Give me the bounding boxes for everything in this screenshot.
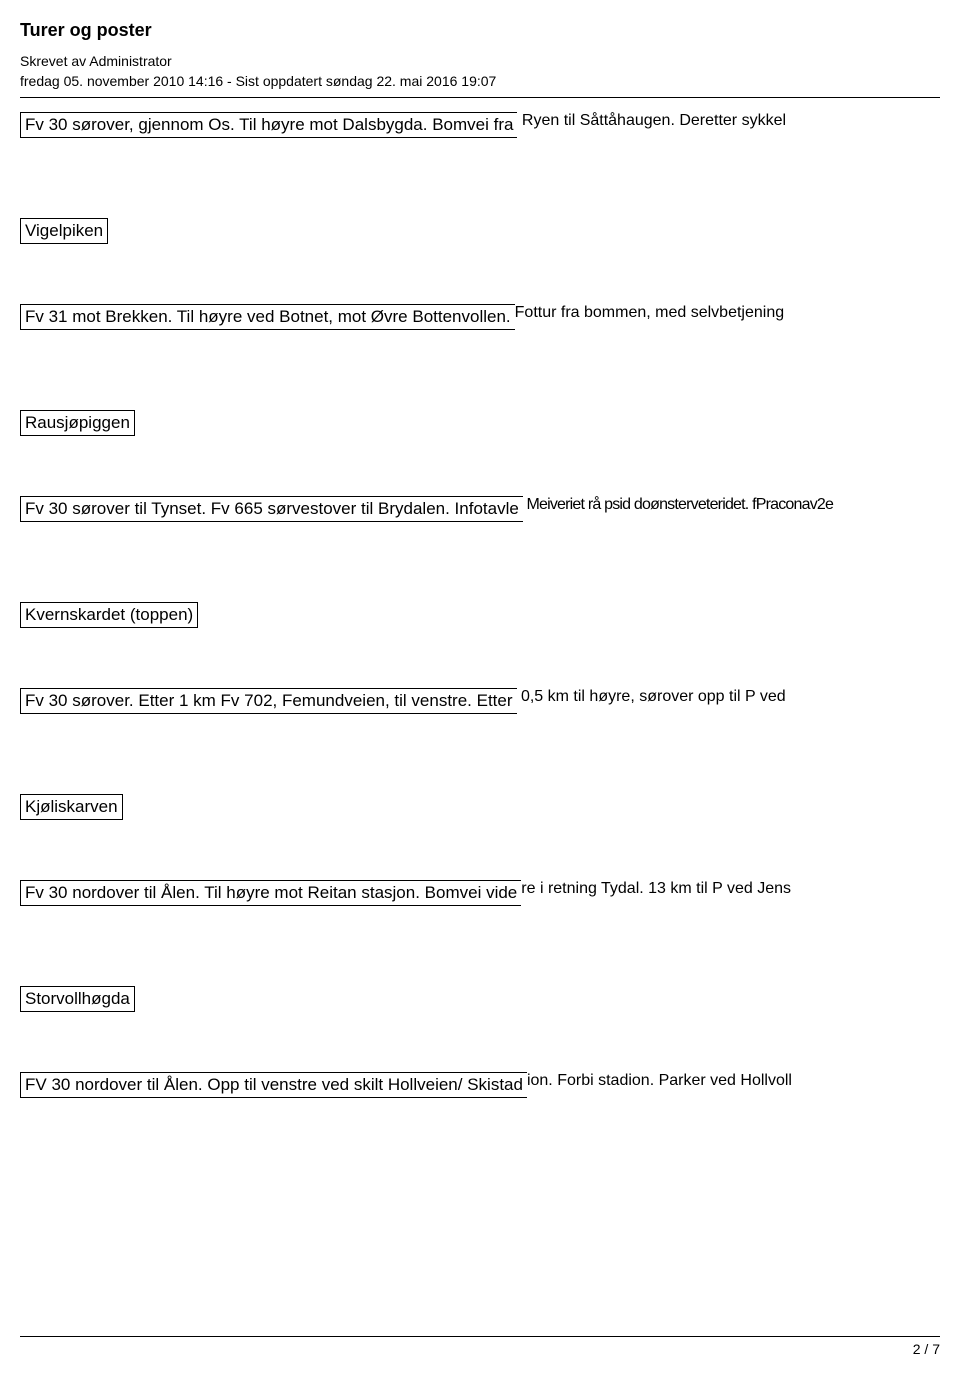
content-row: Fv 31 mot Brekken. Til høyre ved Botnet,… [20,304,940,330]
content-row: Kvernskardet (toppen) [20,602,940,628]
content-row: Storvollhøgda [20,986,940,1012]
row-main: FV 30 nordover til Ålen. Opp til venstre… [20,1072,527,1098]
row-main: Vigelpiken [20,218,108,244]
row-trail: Meiveriet rå psid doønsterveteridet. fPr… [523,496,833,513]
content-row: Kjøliskarven [20,794,940,820]
row-main: Rausjøpiggen [20,410,135,436]
row-trail: 0,5 km til høyre, sørover opp til P ved [517,688,786,705]
header-divider [20,97,940,98]
page-number: 2 / 7 [20,1341,940,1357]
row-main: Fv 30 nordover til Ålen. Til høyre mot R… [20,880,521,906]
date-line: fredag 05. november 2010 14:16 - Sist op… [20,73,940,89]
row-trail: ion. Forbi stadion. Parker ved Hollvoll [527,1072,792,1089]
row-main: Kjøliskarven [20,794,123,820]
row-main: Fv 30 sørover. Etter 1 km Fv 702, Femund… [20,688,517,714]
row-main: Fv 31 mot Brekken. Til høyre ved Botnet,… [20,304,515,330]
row-trail: Ryen til Såttåhaugen. Deretter sykkel [517,112,786,129]
content-row: Fv 30 sørover, gjennom Os. Til høyre mot… [20,112,940,138]
author-line: Skrevet av Administrator [20,53,940,69]
content-row: Rausjøpiggen [20,410,940,436]
row-trail: re i retning Tydal. 13 km til P ved Jens [521,880,791,897]
footer-divider [20,1336,940,1337]
row-trail: Fottur fra bommen, med selvbetjening [515,304,784,321]
content-row: FV 30 nordover til Ålen. Opp til venstre… [20,1072,940,1098]
content-row: Vigelpiken [20,218,940,244]
row-main: Fv 30 sørover til Tynset. Fv 665 sørvest… [20,496,523,522]
content-row: Fv 30 sørover. Etter 1 km Fv 702, Femund… [20,688,940,714]
page-title: Turer og poster [20,20,940,41]
row-main: Fv 30 sørover, gjennom Os. Til høyre mot… [20,112,517,138]
row-main: Kvernskardet (toppen) [20,602,198,628]
row-main: Storvollhøgda [20,986,135,1012]
content-row: Fv 30 sørover til Tynset. Fv 665 sørvest… [20,496,940,522]
content-row: Fv 30 nordover til Ålen. Til høyre mot R… [20,880,940,906]
